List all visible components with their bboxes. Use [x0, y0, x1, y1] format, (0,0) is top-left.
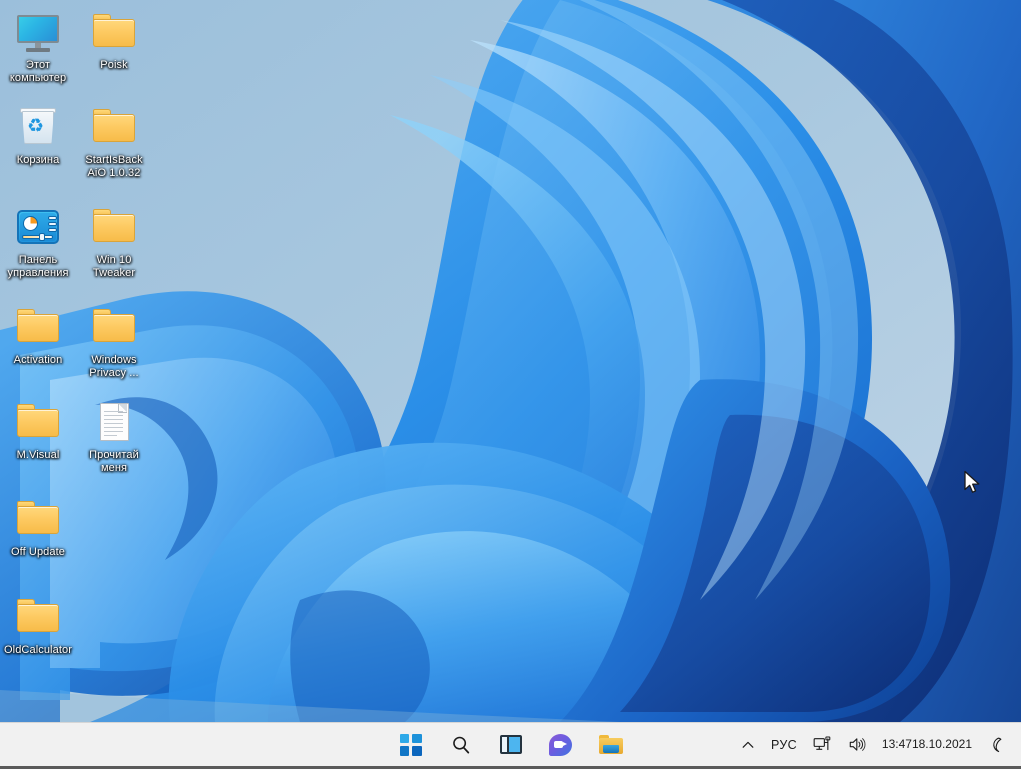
desktop-icon-startisback[interactable]: StartIsBack AiO 1.0.32 — [76, 103, 152, 180]
folder-icon — [90, 8, 138, 56]
desktop-icon-label: Activation — [13, 354, 63, 366]
language-indicator[interactable]: РУС — [763, 727, 805, 763]
desktop-icon-win10-tweaker[interactable]: Win 10 Tweaker — [76, 203, 152, 280]
desktop-icon-label: Панель управления — [7, 254, 69, 279]
desktop-icon-label: Off Update — [11, 546, 65, 558]
text-document-icon — [90, 398, 138, 446]
folder-icon — [14, 303, 62, 351]
clock-time: 13:47 — [881, 737, 912, 751]
task-view-button[interactable] — [495, 729, 527, 761]
folder-icon — [14, 398, 62, 446]
desktop-icon-label: Корзина — [16, 154, 60, 166]
desktop-icon-label: Прочитай меня — [89, 449, 139, 474]
clock-date: 18.10.2021 — [911, 737, 972, 751]
folder-icon — [598, 734, 623, 755]
desktop-icon-mvisual[interactable]: M.Visual — [0, 398, 76, 462]
chevron-up-icon — [742, 741, 754, 748]
monitor-icon — [14, 8, 62, 56]
start-button[interactable] — [395, 729, 427, 761]
tray-overflow-button[interactable] — [733, 727, 763, 763]
search-button[interactable] — [445, 729, 477, 761]
chat-icon — [549, 733, 572, 756]
desktop-icon-off-update[interactable]: Off Update — [0, 495, 76, 559]
control-panel-icon — [14, 203, 62, 251]
network-button[interactable] — [805, 727, 840, 763]
desktop-icon-readme[interactable]: Прочитай меня — [76, 398, 152, 475]
desktop-icon-activation[interactable]: Activation — [0, 303, 76, 367]
folder-icon — [90, 203, 138, 251]
folder-icon — [14, 495, 62, 543]
moon-icon — [993, 737, 1002, 752]
desktop-icon-label: Poisk — [100, 59, 128, 71]
desktop-icon-control-panel[interactable]: Панель управления — [0, 203, 76, 280]
network-ethernet-icon — [813, 736, 831, 751]
desktop-icon-label: Windows Privacy ... — [89, 354, 139, 379]
desktop-icon-label: Win 10 Tweaker — [92, 254, 136, 279]
taskbar[interactable]: РУС 13:47 18.10.2021 — [0, 722, 1021, 769]
desktop-icon-recycle-bin[interactable]: ♻ Корзина — [0, 103, 76, 167]
desktop-icon-label: StartIsBack AiO 1.0.32 — [85, 154, 143, 179]
desktop-icon-windows-privacy[interactable]: Windows Privacy ... — [76, 303, 152, 380]
notifications-button[interactable] — [979, 727, 1013, 763]
file-explorer-button[interactable] — [595, 729, 627, 761]
wallpaper — [0, 0, 1021, 722]
system-tray: РУС 13:47 18.10.2021 — [733, 723, 1013, 767]
desktop-icon-label: Этот компьютер — [9, 59, 67, 84]
folder-icon — [90, 103, 138, 151]
folder-icon — [14, 593, 62, 641]
taskbar-center-group — [395, 723, 627, 767]
volume-button[interactable] — [840, 727, 875, 763]
desktop-icon-poisk[interactable]: Poisk — [76, 8, 152, 72]
search-icon — [452, 736, 469, 753]
speaker-icon — [849, 738, 866, 751]
desktop-icon-label: M.Visual — [16, 449, 60, 461]
desktop-icon-oldcalculator[interactable]: OldCalculator — [0, 593, 76, 657]
clock[interactable]: 13:47 18.10.2021 — [875, 727, 979, 763]
windows-logo-icon — [399, 733, 422, 756]
desktop[interactable]: Этот компьютер Poisk ♻ Корзина StartIsBa… — [0, 0, 1021, 769]
desktop-icon-label: OldCalculator — [4, 644, 72, 656]
chat-button[interactable] — [545, 729, 577, 761]
recycle-bin-icon: ♻ — [14, 103, 62, 151]
task-view-icon — [499, 735, 522, 754]
folder-icon — [90, 303, 138, 351]
desktop-icon-this-pc[interactable]: Этот компьютер — [0, 8, 76, 85]
